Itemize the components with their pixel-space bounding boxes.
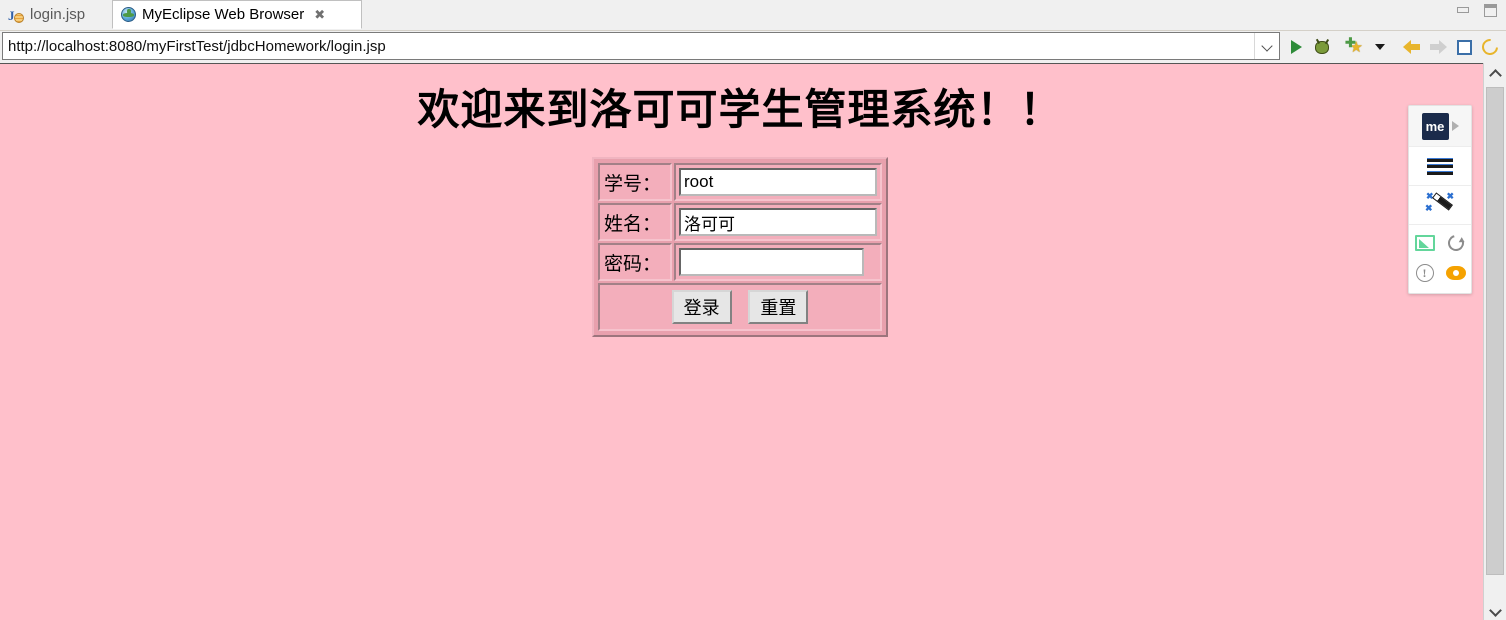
- run-button[interactable]: [1283, 34, 1309, 60]
- forward-button[interactable]: [1425, 34, 1451, 60]
- widget-wand-row[interactable]: ✖ ✖ ✖: [1409, 186, 1471, 225]
- widget-logo-row[interactable]: me: [1409, 106, 1471, 147]
- tab-myeclipse-web-browser-label: MyEclipse Web Browser: [142, 6, 305, 23]
- maximize-icon[interactable]: [1483, 4, 1498, 17]
- url-input[interactable]: http://localhost:8080/myFirstTest/jdbcHo…: [3, 38, 1254, 55]
- chevron-down-icon: [1490, 604, 1500, 614]
- table-row-student-name: 姓名：: [598, 203, 882, 241]
- url-history-dropdown[interactable]: [1254, 33, 1279, 59]
- cast-screen-icon: [1414, 235, 1435, 251]
- table-row-buttons: 登录 重置: [598, 283, 882, 331]
- table-row-password: 密码：: [598, 243, 882, 281]
- student-id-input[interactable]: [679, 168, 877, 196]
- chevron-down-icon: [1263, 42, 1272, 51]
- close-icon[interactable]: ✖: [314, 8, 325, 21]
- globe-icon: [121, 7, 136, 22]
- eclipse-web-browser-window: J login.jsp MyEclipse Web Browser ✖ http…: [0, 0, 1506, 620]
- back-button[interactable]: [1399, 34, 1425, 60]
- minimize-icon[interactable]: [1456, 4, 1471, 17]
- stop-square-icon: [1456, 39, 1472, 55]
- editor-tab-bar: J login.jsp MyEclipse Web Browser ✖: [0, 0, 1506, 31]
- window-controls: [1456, 4, 1498, 17]
- address-bar[interactable]: http://localhost:8080/myFirstTest/jdbcHo…: [2, 32, 1280, 60]
- star-plus-icon: ★ ✚: [1345, 35, 1363, 56]
- table-row-student-id: 学号：: [598, 163, 882, 201]
- scroll-up-button[interactable]: [1484, 63, 1506, 85]
- warning-circle-icon: !: [1415, 264, 1434, 282]
- arrow-right-icon: [1429, 40, 1447, 54]
- debug-button[interactable]: [1309, 34, 1335, 60]
- arrow-left-icon: [1403, 40, 1421, 54]
- student-name-input[interactable]: [679, 208, 877, 236]
- scrollbar-thumb[interactable]: [1486, 87, 1504, 575]
- hamburger-menu-icon: [1427, 157, 1453, 175]
- magic-wand-icon: ✖ ✖ ✖: [1425, 191, 1454, 213]
- stop-button[interactable]: [1451, 34, 1477, 60]
- student-id-cell: [674, 163, 882, 201]
- reset-button[interactable]: 重置: [748, 290, 809, 324]
- login-form-table: 学号： 姓名： 密码：: [592, 157, 888, 337]
- caret-down-icon: [1375, 44, 1385, 50]
- add-bookmark-button[interactable]: ★ ✚: [1341, 34, 1367, 60]
- password-label: 密码：: [598, 243, 672, 281]
- eye-icon: [1445, 266, 1466, 280]
- play-triangle-icon[interactable]: [1451, 121, 1459, 131]
- password-input[interactable]: [679, 248, 864, 276]
- widget-icon-grid: !: [1409, 225, 1471, 293]
- student-id-label: 学号：: [598, 163, 672, 201]
- widget-menu-row[interactable]: [1409, 147, 1471, 186]
- tab-login-jsp-label: login.jsp: [30, 6, 86, 23]
- toolbar-buttons: ★ ✚: [1283, 31, 1506, 63]
- scroll-down-button[interactable]: [1484, 598, 1506, 620]
- student-name-cell: [674, 203, 882, 241]
- debug-bug-icon: [1315, 40, 1329, 54]
- login-form-container: 学号： 姓名： 密码：: [0, 157, 1480, 337]
- eye-button[interactable]: [1445, 266, 1466, 280]
- page-title: 欢迎来到洛可可学生管理系统！！: [417, 88, 1063, 134]
- refresh-button[interactable]: [1477, 34, 1503, 60]
- submit-button[interactable]: 登录: [671, 290, 732, 324]
- floating-widget-panel: me ✖ ✖ ✖ !: [1408, 105, 1472, 294]
- tab-login-jsp[interactable]: J login.jsp: [0, 0, 112, 29]
- bookmark-dropdown-button[interactable]: [1367, 34, 1393, 60]
- password-cell: [674, 243, 882, 281]
- refresh-icon: [1478, 35, 1502, 59]
- tab-myeclipse-web-browser[interactable]: MyEclipse Web Browser ✖: [112, 0, 362, 29]
- me-logo: me: [1421, 112, 1449, 140]
- run-icon: [1290, 40, 1302, 54]
- browser-page-content: 欢迎来到洛可可学生管理系统！！ 学号： 姓名： 密码：: [0, 63, 1506, 620]
- reload-button[interactable]: [1444, 232, 1467, 254]
- browser-toolbar: http://localhost:8080/myFirstTest/jdbcHo…: [0, 31, 1506, 63]
- reload-icon: [1444, 232, 1467, 254]
- vertical-scrollbar[interactable]: [1483, 63, 1506, 620]
- student-name-label: 姓名：: [598, 203, 672, 241]
- warning-button[interactable]: !: [1415, 264, 1434, 282]
- jsp-file-icon: J: [8, 7, 24, 23]
- chevron-up-icon: [1490, 69, 1500, 79]
- cast-button[interactable]: [1414, 235, 1435, 251]
- form-buttons-cell: 登录 重置: [598, 283, 882, 331]
